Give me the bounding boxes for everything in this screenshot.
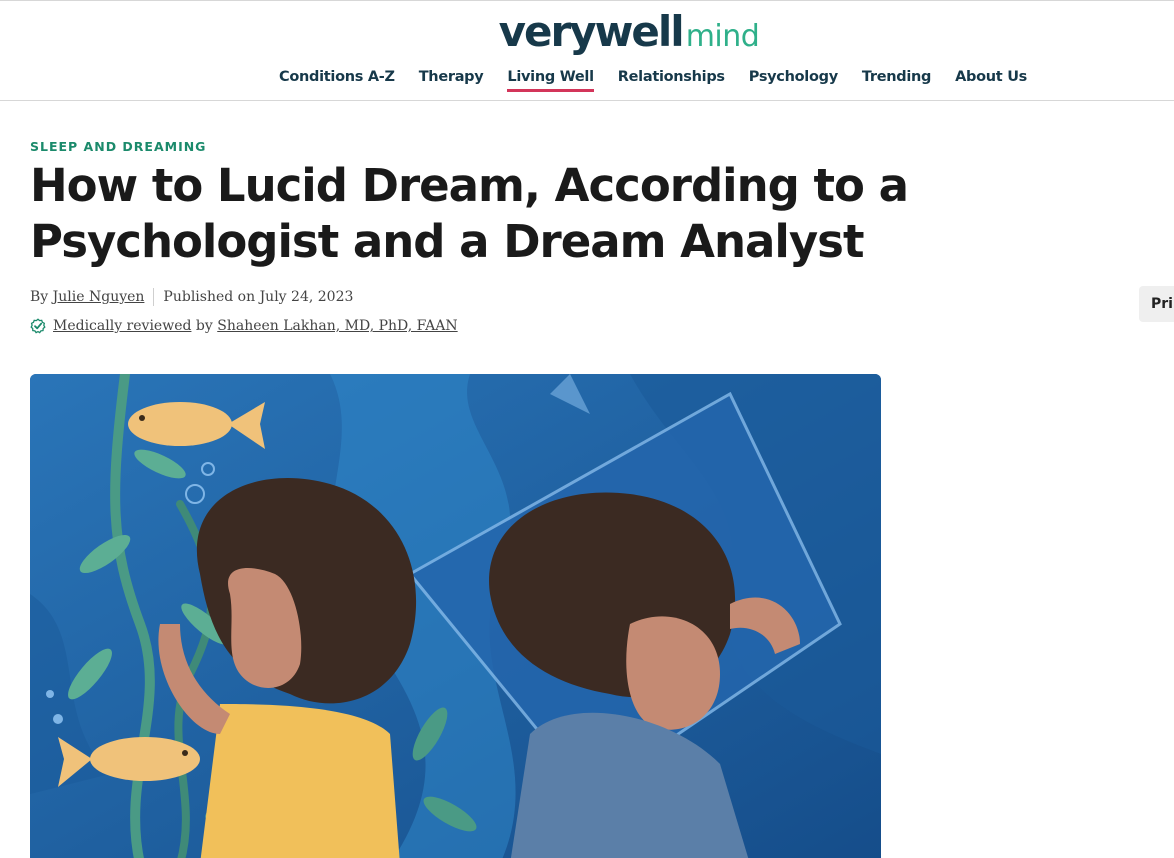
hero-image	[30, 374, 881, 858]
nav-item-relationships[interactable]: Relationships	[618, 69, 725, 92]
byline: By Julie Nguyen Published on July 24, 20…	[30, 288, 353, 306]
nav-item-living-well[interactable]: Living Well	[507, 69, 594, 92]
medical-review: Medically reviewed by Shaheen Lakhan, MD…	[30, 318, 458, 334]
site-header: verywell mind Conditions A-Z Therapy Livi…	[0, 0, 1174, 101]
byline-divider	[153, 288, 155, 306]
nav-item-therapy[interactable]: Therapy	[419, 69, 484, 92]
medically-reviewed-link[interactable]: Medically reviewed	[53, 318, 191, 334]
article-category-link[interactable]: SLEEP AND DREAMING	[30, 139, 206, 154]
nav-item-trending[interactable]: Trending	[862, 69, 932, 92]
print-button[interactable]: Print	[1139, 286, 1174, 322]
site-logo[interactable]: verywell mind	[0, 7, 1174, 56]
nav-item-conditions[interactable]: Conditions A-Z	[279, 69, 395, 92]
nav-item-psychology[interactable]: Psychology	[749, 69, 838, 92]
reviewer-link[interactable]: Shaheen Lakhan, MD, PhD, FAAN	[217, 318, 457, 334]
logo-sub: mind	[685, 19, 760, 54]
author-link[interactable]: Julie Nguyen	[53, 289, 145, 305]
check-icon	[30, 318, 46, 334]
published-date: Published on July 24, 2023	[163, 289, 354, 305]
logo-brand: verywell	[498, 7, 685, 56]
review-by-text: by	[195, 318, 213, 334]
illustration-two-women-dreaming-underwater-icon	[30, 374, 881, 858]
main-nav: Conditions A-Z Therapy Living Well Relat…	[279, 69, 1027, 92]
byline-prefix: By	[30, 289, 49, 305]
nav-item-about-us[interactable]: About Us	[955, 69, 1027, 92]
article-title: How to Lucid Dream, According to a Psych…	[30, 159, 909, 268]
